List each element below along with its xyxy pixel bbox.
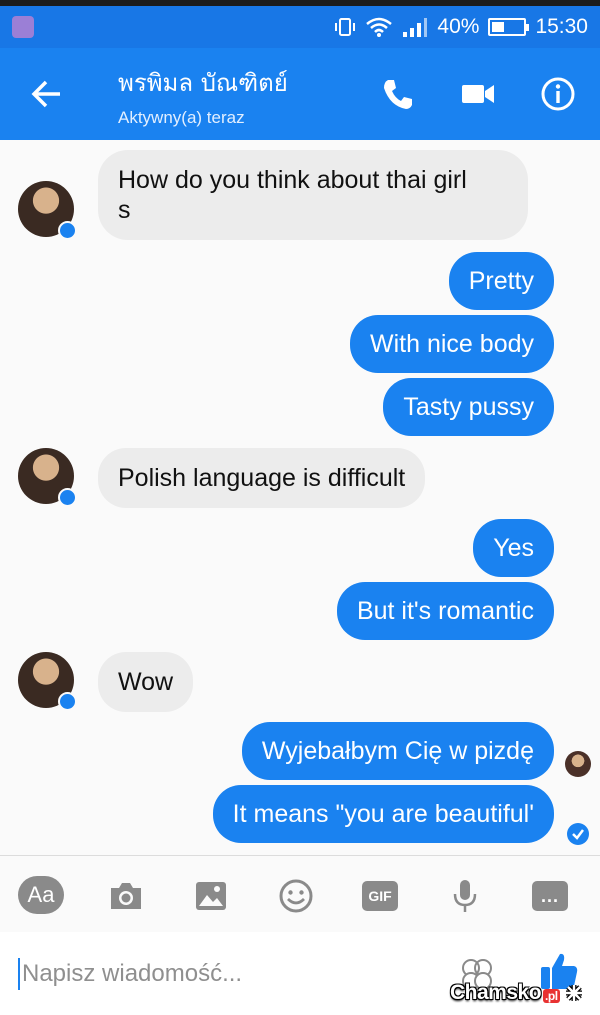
more-label: ... xyxy=(532,881,568,911)
outgoing-message[interactable]: Yes xyxy=(473,519,554,577)
outgoing-message[interactable]: Pretty xyxy=(448,252,554,310)
outgoing-message[interactable]: It means "you are beautiful' xyxy=(212,785,554,843)
text-cursor xyxy=(18,958,20,990)
gallery-button[interactable] xyxy=(189,876,233,916)
message-text: But it's romantic xyxy=(356,597,534,625)
phone-icon[interactable] xyxy=(380,76,416,112)
watermark: Chamsko .pl xyxy=(450,978,596,1008)
message-text: Pretty xyxy=(468,267,534,295)
status-bar: 40% 15:30 xyxy=(0,6,600,48)
more-button[interactable]: ... xyxy=(528,876,572,916)
emoji-icon xyxy=(279,879,313,913)
messenger-badge-icon xyxy=(58,692,77,711)
gif-label: GIF xyxy=(362,881,398,911)
app-notification-icon xyxy=(12,16,34,38)
message-input[interactable] xyxy=(22,956,422,992)
watermark-text: Chamsko xyxy=(450,981,542,1004)
message-text: Wyjebałbym Cię w pizdę xyxy=(261,737,534,765)
message-text: Yes xyxy=(493,534,534,562)
gallery-icon xyxy=(196,882,226,910)
incoming-message[interactable]: Polish language is difficult xyxy=(98,448,426,508)
message-text: With nice body xyxy=(370,330,534,358)
voice-button[interactable] xyxy=(443,876,487,916)
watermark-logo-icon xyxy=(565,985,582,1001)
contact-avatar[interactable] xyxy=(18,652,77,711)
back-arrow-icon[interactable] xyxy=(26,74,66,114)
battery-fill xyxy=(492,22,505,32)
outgoing-message[interactable]: Wyjebałbym Cię w pizdę xyxy=(241,722,554,780)
message-text: Tasty pussy xyxy=(403,393,534,421)
outgoing-message[interactable]: But it's romantic xyxy=(336,582,554,640)
delivered-check-icon xyxy=(567,823,589,845)
info-icon[interactable] xyxy=(540,76,576,112)
outgoing-message[interactable]: Tasty pussy xyxy=(383,378,554,436)
gif-button[interactable]: GIF xyxy=(358,876,402,916)
wifi-icon xyxy=(366,17,393,37)
contact-name: พรพิมล บัณฑิตย์ xyxy=(118,69,288,97)
contact-avatar[interactable] xyxy=(18,181,77,240)
text-format-button[interactable]: Aa xyxy=(18,876,64,914)
message-text: Polish language is difficult xyxy=(118,464,406,492)
contact-status: Aktywny(a) teraz xyxy=(118,108,245,127)
battery-icon xyxy=(488,18,530,36)
message-text: s xyxy=(118,196,131,224)
seen-by-avatar xyxy=(565,751,591,777)
battery-percent: 40% xyxy=(437,15,480,38)
signal-icon xyxy=(403,18,428,37)
vibrate-icon xyxy=(335,18,356,36)
message-text: It means "you are beautiful' xyxy=(232,800,534,828)
emoji-button[interactable] xyxy=(274,876,318,916)
incoming-message[interactable]: How do you think about thai girl s xyxy=(98,150,528,240)
contact-avatar[interactable] xyxy=(18,448,77,507)
message-text: Wow xyxy=(118,668,174,696)
camera-button[interactable] xyxy=(104,876,148,916)
contact-info[interactable]: พรพิมล บัณฑิตย์ Aktywny(a) teraz xyxy=(118,63,288,128)
clock: 15:30 xyxy=(535,15,588,38)
watermark-domain: .pl xyxy=(543,989,560,1003)
video-camera-icon[interactable] xyxy=(460,76,496,112)
incoming-message[interactable]: Wow xyxy=(98,652,194,712)
conversation-header: พรพิมล บัณฑิตย์ Aktywny(a) teraz xyxy=(0,48,600,140)
message-text: How do you think about thai girl xyxy=(118,166,467,194)
outgoing-message[interactable]: With nice body xyxy=(350,315,554,373)
message-list[interactable]: How do you think about thai girl s Prett… xyxy=(0,140,600,855)
messenger-badge-icon xyxy=(58,488,77,507)
camera-icon xyxy=(111,883,141,909)
messenger-badge-icon xyxy=(58,221,77,240)
microphone-icon xyxy=(453,880,477,912)
composer-toolbar: Aa GIF ... xyxy=(0,856,600,932)
